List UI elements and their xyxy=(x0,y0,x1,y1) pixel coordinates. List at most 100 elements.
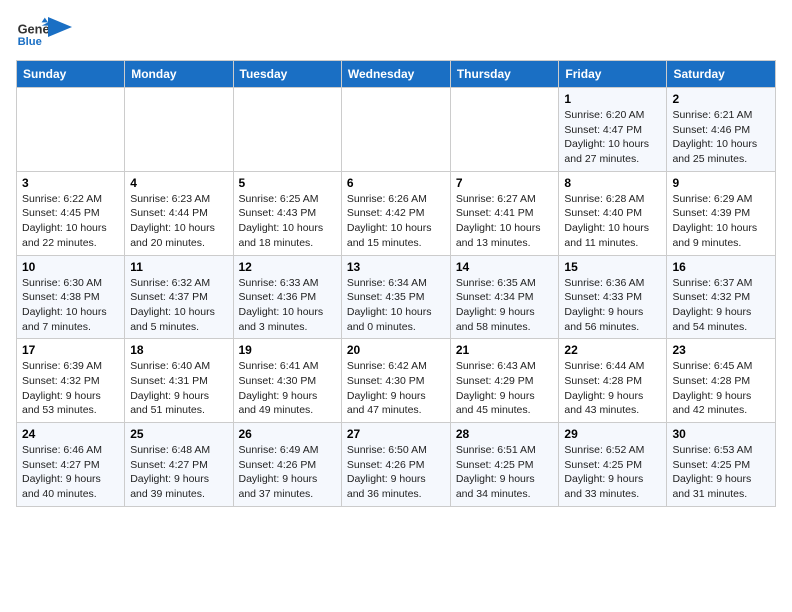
day-info: Sunrise: 6:22 AM Sunset: 4:45 PM Dayligh… xyxy=(22,192,119,251)
day-header-saturday: Saturday xyxy=(667,61,776,88)
day-info: Sunrise: 6:33 AM Sunset: 4:36 PM Dayligh… xyxy=(239,276,336,335)
day-info: Sunrise: 6:52 AM Sunset: 4:25 PM Dayligh… xyxy=(564,443,661,502)
day-header-monday: Monday xyxy=(125,61,233,88)
day-info: Sunrise: 6:32 AM Sunset: 4:37 PM Dayligh… xyxy=(130,276,227,335)
day-number: 10 xyxy=(22,260,119,274)
day-info: Sunrise: 6:48 AM Sunset: 4:27 PM Dayligh… xyxy=(130,443,227,502)
calendar-cell xyxy=(341,88,450,172)
day-number: 25 xyxy=(130,427,227,441)
day-number: 14 xyxy=(456,260,554,274)
page-header: General Blue xyxy=(16,16,776,48)
day-number: 8 xyxy=(564,176,661,190)
calendar-cell xyxy=(125,88,233,172)
day-number: 13 xyxy=(347,260,445,274)
calendar-cell: 25 Sunrise: 6:48 AM Sunset: 4:27 PM Dayli… xyxy=(125,423,233,507)
day-number: 15 xyxy=(564,260,661,274)
day-number: 4 xyxy=(130,176,227,190)
calendar-cell xyxy=(17,88,125,172)
calendar-cell: 17 Sunrise: 6:39 AM Sunset: 4:32 PM Dayli… xyxy=(17,339,125,423)
calendar-cell: 30Sunrise: 6:53 AM Sunset: 4:25 PM Dayli… xyxy=(667,423,776,507)
calendar-cell: 13Sunrise: 6:34 AM Sunset: 4:35 PM Dayli… xyxy=(341,255,450,339)
day-info: Sunrise: 6:44 AM Sunset: 4:28 PM Dayligh… xyxy=(564,359,661,418)
day-number: 3 xyxy=(22,176,119,190)
day-number: 26 xyxy=(239,427,336,441)
calendar-table: SundayMondayTuesdayWednesdayThursdayFrid… xyxy=(16,60,776,507)
day-number: 5 xyxy=(239,176,336,190)
calendar-cell: 21Sunrise: 6:43 AM Sunset: 4:29 PM Dayli… xyxy=(450,339,559,423)
week-row-2: 3 Sunrise: 6:22 AM Sunset: 4:45 PM Daylig… xyxy=(17,171,776,255)
day-info: Sunrise: 6:50 AM Sunset: 4:26 PM Dayligh… xyxy=(347,443,445,502)
day-info: Sunrise: 6:36 AM Sunset: 4:33 PM Dayligh… xyxy=(564,276,661,335)
calendar-cell: 10 Sunrise: 6:30 AM Sunset: 4:38 PM Dayli… xyxy=(17,255,125,339)
calendar-cell: 14 Sunrise: 6:35 AM Sunset: 4:34 PM Dayli… xyxy=(450,255,559,339)
day-number: 12 xyxy=(239,260,336,274)
calendar-cell: 16 Sunrise: 6:37 AM Sunset: 4:32 PM Dayli… xyxy=(667,255,776,339)
day-number: 9 xyxy=(672,176,770,190)
calendar-cell: 20 Sunrise: 6:42 AM Sunset: 4:30 PM Dayli… xyxy=(341,339,450,423)
calendar-cell xyxy=(233,88,341,172)
day-header-friday: Friday xyxy=(559,61,667,88)
day-info: Sunrise: 6:20 AM Sunset: 4:47 PM Dayligh… xyxy=(564,108,661,167)
day-header-tuesday: Tuesday xyxy=(233,61,341,88)
day-info: Sunrise: 6:21 AM Sunset: 4:46 PM Dayligh… xyxy=(672,108,770,167)
day-info: Sunrise: 6:46 AM Sunset: 4:27 PM Dayligh… xyxy=(22,443,119,502)
calendar-cell: 2 Sunrise: 6:21 AM Sunset: 4:46 PM Daylig… xyxy=(667,88,776,172)
calendar-cell: 23 Sunrise: 6:45 AM Sunset: 4:28 PM Dayli… xyxy=(667,339,776,423)
day-info: Sunrise: 6:35 AM Sunset: 4:34 PM Dayligh… xyxy=(456,276,554,335)
calendar-cell: 22 Sunrise: 6:44 AM Sunset: 4:28 PM Dayli… xyxy=(559,339,667,423)
day-number: 23 xyxy=(672,343,770,357)
calendar-cell: 12 Sunrise: 6:33 AM Sunset: 4:36 PM Dayli… xyxy=(233,255,341,339)
calendar-cell: 9 Sunrise: 6:29 AM Sunset: 4:39 PM Daylig… xyxy=(667,171,776,255)
calendar-cell: 15 Sunrise: 6:36 AM Sunset: 4:33 PM Dayli… xyxy=(559,255,667,339)
logo-icon: General Blue xyxy=(16,16,48,48)
day-header-sunday: Sunday xyxy=(17,61,125,88)
day-info: Sunrise: 6:27 AM Sunset: 4:41 PM Dayligh… xyxy=(456,192,554,251)
calendar-cell: 26 Sunrise: 6:49 AM Sunset: 4:26 PM Dayli… xyxy=(233,423,341,507)
calendar-cell: 19Sunrise: 6:41 AM Sunset: 4:30 PM Dayli… xyxy=(233,339,341,423)
day-number: 17 xyxy=(22,343,119,357)
day-number: 20 xyxy=(347,343,445,357)
days-header-row: SundayMondayTuesdayWednesdayThursdayFrid… xyxy=(17,61,776,88)
calendar-cell: 5Sunrise: 6:25 AM Sunset: 4:43 PM Daylig… xyxy=(233,171,341,255)
day-info: Sunrise: 6:23 AM Sunset: 4:44 PM Dayligh… xyxy=(130,192,227,251)
logo: General Blue xyxy=(16,16,72,48)
day-info: Sunrise: 6:42 AM Sunset: 4:30 PM Dayligh… xyxy=(347,359,445,418)
day-number: 28 xyxy=(456,427,554,441)
calendar-cell: 4 Sunrise: 6:23 AM Sunset: 4:44 PM Daylig… xyxy=(125,171,233,255)
day-info: Sunrise: 6:53 AM Sunset: 4:25 PM Dayligh… xyxy=(672,443,770,502)
day-number: 2 xyxy=(672,92,770,106)
week-row-4: 17 Sunrise: 6:39 AM Sunset: 4:32 PM Dayli… xyxy=(17,339,776,423)
calendar-cell: 3 Sunrise: 6:22 AM Sunset: 4:45 PM Daylig… xyxy=(17,171,125,255)
calendar-cell xyxy=(450,88,559,172)
calendar-cell: 7 Sunrise: 6:27 AM Sunset: 4:41 PM Daylig… xyxy=(450,171,559,255)
day-number: 22 xyxy=(564,343,661,357)
day-number: 29 xyxy=(564,427,661,441)
svg-text:General: General xyxy=(18,22,48,37)
day-number: 16 xyxy=(672,260,770,274)
calendar-cell: 1Sunrise: 6:20 AM Sunset: 4:47 PM Daylig… xyxy=(559,88,667,172)
day-info: Sunrise: 6:51 AM Sunset: 4:25 PM Dayligh… xyxy=(456,443,554,502)
day-info: Sunrise: 6:49 AM Sunset: 4:26 PM Dayligh… xyxy=(239,443,336,502)
day-number: 24 xyxy=(22,427,119,441)
day-header-thursday: Thursday xyxy=(450,61,559,88)
day-number: 11 xyxy=(130,260,227,274)
day-info: Sunrise: 6:45 AM Sunset: 4:28 PM Dayligh… xyxy=(672,359,770,418)
day-number: 7 xyxy=(456,176,554,190)
calendar-cell: 24 Sunrise: 6:46 AM Sunset: 4:27 PM Dayli… xyxy=(17,423,125,507)
day-info: Sunrise: 6:26 AM Sunset: 4:42 PM Dayligh… xyxy=(347,192,445,251)
day-number: 18 xyxy=(130,343,227,357)
day-info: Sunrise: 6:37 AM Sunset: 4:32 PM Dayligh… xyxy=(672,276,770,335)
day-number: 19 xyxy=(239,343,336,357)
week-row-5: 24 Sunrise: 6:46 AM Sunset: 4:27 PM Dayli… xyxy=(17,423,776,507)
day-info: Sunrise: 6:30 AM Sunset: 4:38 PM Dayligh… xyxy=(22,276,119,335)
day-info: Sunrise: 6:39 AM Sunset: 4:32 PM Dayligh… xyxy=(22,359,119,418)
day-number: 6 xyxy=(347,176,445,190)
day-info: Sunrise: 6:28 AM Sunset: 4:40 PM Dayligh… xyxy=(564,192,661,251)
day-info: Sunrise: 6:40 AM Sunset: 4:31 PM Dayligh… xyxy=(130,359,227,418)
calendar-cell: 8 Sunrise: 6:28 AM Sunset: 4:40 PM Daylig… xyxy=(559,171,667,255)
day-number: 21 xyxy=(456,343,554,357)
day-info: Sunrise: 6:29 AM Sunset: 4:39 PM Dayligh… xyxy=(672,192,770,251)
svg-text:Blue: Blue xyxy=(18,36,42,48)
calendar-cell: 28 Sunrise: 6:51 AM Sunset: 4:25 PM Dayli… xyxy=(450,423,559,507)
calendar-cell: 11 Sunrise: 6:32 AM Sunset: 4:37 PM Dayli… xyxy=(125,255,233,339)
